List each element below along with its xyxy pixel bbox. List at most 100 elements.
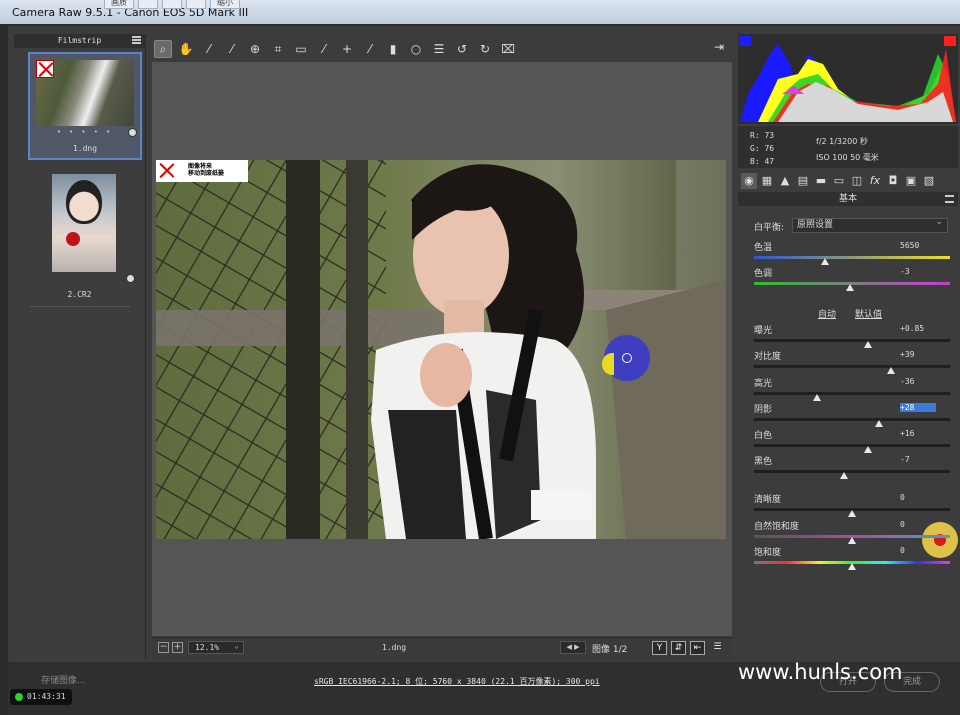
hand-icon[interactable]: ✋: [177, 40, 195, 58]
slider-value-8[interactable]: 0: [900, 493, 936, 502]
image-nav-arrows[interactable]: ◀ ▶: [560, 641, 586, 654]
slider-thumb-4[interactable]: [812, 394, 821, 401]
recording-timer: 01:43:31: [10, 689, 72, 705]
save-image-button[interactable]: 存储图像...: [36, 673, 94, 690]
slider-thumb-7[interactable]: [840, 472, 849, 479]
slider-label-8: 清晰度: [754, 495, 782, 505]
toggle-settings-icon[interactable]: ☰: [710, 641, 725, 655]
slider-thumb-1[interactable]: [846, 284, 855, 291]
spot-removal-icon[interactable]: ⁄: [315, 40, 333, 58]
ghost-button-2[interactable]: [138, 0, 158, 9]
slider-thumb-9[interactable]: [848, 537, 856, 544]
target-adjust-icon[interactable]: ⊕: [246, 40, 264, 58]
slider-value-3[interactable]: +39: [900, 350, 936, 359]
slider-thumb-2[interactable]: [863, 341, 872, 348]
zoom-icon[interactable]: ⌕: [154, 40, 172, 58]
slider-value-9[interactable]: 0: [900, 520, 936, 529]
red-eye-icon[interactable]: +: [338, 40, 356, 58]
slider-track-2[interactable]: [754, 339, 950, 342]
thumbnail-name: 1.dng: [72, 144, 98, 153]
slider-track-3[interactable]: [754, 365, 950, 368]
slider-value-5[interactable]: +28: [900, 403, 936, 412]
trash-icon[interactable]: ⌧: [499, 40, 517, 58]
histogram-graph: [740, 44, 956, 122]
ghost-button-1[interactable]: 画质: [104, 0, 134, 9]
slider-track-4[interactable]: [754, 392, 950, 395]
iso-focal: ISO 100 50 毫米: [816, 153, 879, 162]
slider-value-6[interactable]: +16: [900, 429, 936, 438]
color-sampler-icon[interactable]: ⁄: [223, 40, 241, 58]
graduated-filter-icon[interactable]: ▮: [384, 40, 402, 58]
slider-thumb-0[interactable]: [820, 258, 829, 265]
slider-track-5[interactable]: [754, 418, 950, 421]
filmstrip-item-2[interactable]: [52, 174, 116, 272]
white-balance-select[interactable]: 原照设置: [792, 216, 948, 233]
slider-value-4[interactable]: -36: [900, 377, 936, 386]
slider-label-5: 阴影: [754, 405, 773, 415]
straighten-icon[interactable]: ▭: [292, 40, 310, 58]
swap-settings-icon[interactable]: ⇵: [671, 641, 686, 655]
slider-value-10[interactable]: 0: [900, 546, 936, 555]
slider-track-0[interactable]: [754, 256, 950, 259]
slider-track-6[interactable]: [754, 444, 950, 447]
presets-tab-icon[interactable]: ▣: [903, 173, 919, 189]
slider-label-0: 色温: [754, 243, 773, 253]
basic-tab-icon[interactable]: ◉: [741, 173, 757, 189]
open-in-photoshop-icon[interactable]: ⇥: [710, 40, 728, 58]
warning-line-1: 图像将来: [188, 163, 213, 170]
before-after-button[interactable]: Y: [652, 641, 667, 655]
zoom-out-button[interactable]: −: [158, 642, 169, 653]
ghost-button-4[interactable]: [186, 0, 206, 9]
lens-tab-icon[interactable]: ▭: [831, 173, 847, 189]
detail-tab-icon[interactable]: ▲: [777, 173, 793, 189]
histogram: [738, 34, 958, 124]
rotate-right-icon[interactable]: ↻: [476, 40, 494, 58]
slider-value-0[interactable]: 5650: [900, 241, 936, 250]
fx-tab-icon[interactable]: fx: [867, 173, 883, 189]
current-filename: 1.dng: [382, 643, 407, 652]
delete-mark-icon: [36, 60, 54, 78]
ghost-button-3[interactable]: [162, 0, 182, 9]
slider-value-7[interactable]: -7: [900, 455, 936, 464]
slider-thumb-8[interactable]: [848, 510, 856, 517]
slider-value-2[interactable]: +0.85: [900, 324, 936, 333]
rating-stars[interactable]: • • • • •: [30, 128, 140, 136]
effects-tab-icon[interactable]: ◫: [849, 173, 865, 189]
shadow-clipping-icon[interactable]: [739, 36, 751, 46]
ghost-button-5[interactable]: 缩小: [210, 0, 240, 9]
slider-thumb-3[interactable]: [887, 367, 896, 374]
radial-filter-icon[interactable]: ○: [407, 40, 425, 58]
adjustment-brush-icon[interactable]: ⁄: [361, 40, 379, 58]
hsl-tab-icon[interactable]: ▤: [795, 173, 811, 189]
slider-label-10: 饱和度: [754, 548, 782, 558]
preferences-icon[interactable]: ☰: [430, 40, 448, 58]
zoom-cursor-icon: [602, 335, 650, 381]
settings-badge-icon: [128, 128, 137, 137]
filmstrip-item-1[interactable]: • • • • • 1.dng: [28, 52, 142, 160]
tone-curve-tab-icon[interactable]: ▦: [759, 173, 775, 189]
crop-icon[interactable]: ⌗: [269, 40, 287, 58]
rotate-left-icon[interactable]: ↺: [453, 40, 471, 58]
slider-label-7: 黑色: [754, 457, 773, 467]
camera-calibration-tab-icon[interactable]: ◘: [885, 173, 901, 189]
slider-track-7[interactable]: [754, 470, 950, 473]
slider-value-1[interactable]: -3: [900, 267, 936, 276]
split-toning-tab-icon[interactable]: ▬: [813, 173, 829, 189]
rgb-readout: R: 73 G: 76 B: 47: [750, 129, 774, 168]
white-balance-icon[interactable]: ⁄: [200, 40, 218, 58]
slider-thumb-5[interactable]: [875, 420, 884, 427]
zoom-in-button[interactable]: +: [172, 642, 183, 653]
snapshots-tab-icon[interactable]: ▧: [921, 173, 937, 189]
settings-badge-icon: [126, 274, 135, 283]
zoom-level-select[interactable]: 12.1%: [188, 640, 244, 654]
default-button[interactable]: 默认值: [855, 307, 882, 320]
panel-menu-icon[interactable]: [945, 195, 954, 203]
slider-thumb-10[interactable]: [848, 563, 856, 570]
auto-button[interactable]: 自动: [818, 307, 836, 320]
slider-thumb-6[interactable]: [863, 446, 872, 453]
filmstrip-menu-icon[interactable]: [132, 36, 141, 44]
workflow-options-link[interactable]: sRGB IEC61966-2.1; 8 位; 5760 x 3840 (22.…: [314, 676, 600, 687]
highlight-clipping-icon[interactable]: [944, 36, 956, 46]
copy-settings-icon[interactable]: ⇤: [690, 641, 705, 655]
slider-label-4: 高光: [754, 379, 773, 389]
